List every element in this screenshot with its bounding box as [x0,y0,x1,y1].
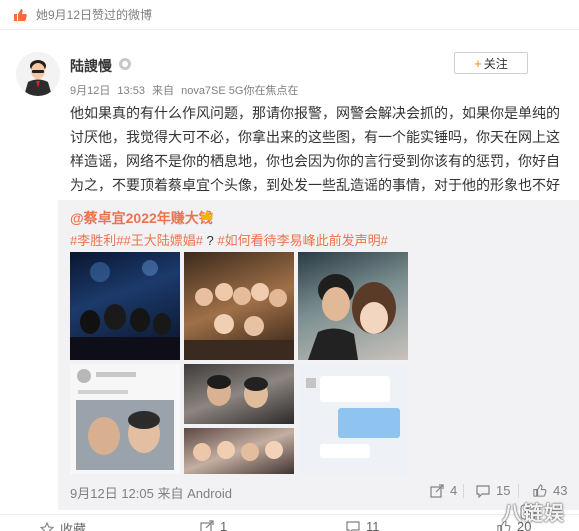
repost-date[interactable]: 9月12日 [70,486,118,501]
repost-photo-screenshot-selfie[interactable] [70,364,180,474]
repost-time[interactable]: 12:05 [121,486,154,501]
author-name[interactable]: 陆謏慢 [70,56,112,76]
comment-button[interactable]: 11 [346,519,380,531]
photo-couple-illustration [308,274,396,360]
share-count: 1 [220,519,228,531]
watermark-text: 八链娱 [502,503,565,525]
repost-photo-couple[interactable] [298,252,408,360]
crown-badge-icon [201,210,213,220]
photo-selfie-illustration [70,364,180,474]
liked-notice-text: 她9月12日赞过的微博 [36,8,153,22]
thumb-up-icon [533,484,547,497]
favorite-label: 收藏 [60,522,87,531]
vip-badge-icon [119,58,131,70]
post-content-line: 他如果真的有什么作风问题，那请你报警，网警会解决会抓的，如果你是单纯的 [70,105,560,121]
repost-source-prefix: 来自 [157,486,184,501]
repost-photo-chat-screenshot[interactable] [298,364,408,474]
share-button[interactable]: 1 [200,519,227,531]
follow-button[interactable]: + 关注 [454,52,528,74]
post-content: 他如果真的有什么作风问题，那请你报警，网警会解决会抓的，如果你是单纯的 讨厌他，… [70,101,566,197]
thumb-up-icon [14,8,27,21]
share-icon [200,519,214,531]
repost-photo-four-people[interactable] [184,428,294,474]
avatar-image [16,52,60,96]
repost-source: Android [187,486,232,501]
follow-label: 关注 [483,56,508,71]
repost-meta: 9月12日 12:05 来自 Android [70,483,232,502]
post-source-prefix: 来自 [152,85,175,97]
photo-four-people-illustration [193,441,283,461]
weibo-post-page: 她9月12日赞过的微博 陆謏慢 + 关注 9月12日 13:53 来自 nova… [0,0,579,531]
repost-share-action[interactable]: 4 [430,483,457,498]
repost-like-count: 43 [553,483,568,498]
repost-photo-group[interactable] [184,252,294,360]
avatar[interactable] [16,52,60,96]
photo-two-men-illustration [207,375,268,408]
repost-share-count: 4 [450,483,458,498]
repost-author[interactable]: @蔡卓宜2022年赚大钱 [70,208,213,228]
star-icon [40,521,54,531]
post-time[interactable]: 13:53 [117,85,145,97]
repost-box: @蔡卓宜2022年赚大钱 #李胜利##王大陆嫖娼# ? #如何看待李易峰此前发声… [58,200,579,510]
post-content-line: 为之，不要顶着蔡卓宜个头像，到处发一些乱造谣的事情，对于他的形象也不好 [70,177,560,193]
topic-tag[interactable]: #李胜利##王大陆嫖娼# [70,233,203,248]
topic-tags: #李胜利##王大陆嫖娼# ? #如何看待李易峰此前发声明# [70,230,388,249]
repost-like-action[interactable]: 43 [532,483,567,498]
photo-group-illustration [184,283,294,360]
comment-count: 11 [366,519,380,531]
plus-icon: + [474,55,482,71]
post-content-line: 样造谣，网络不是你的栖息地，你也会因为你的言行受到你该有的惩罚，你好自 [70,153,560,169]
topic-separator: ? [206,233,214,248]
comment-icon [476,484,490,498]
favorite-button[interactable]: 收藏 [40,519,86,531]
post-date[interactable]: 9月12日 [70,85,110,97]
photo-crowd-illustration [70,260,180,360]
repost-comment-count: 15 [496,483,511,498]
comment-icon [346,520,360,531]
divider [518,484,519,498]
liked-notice-bar: 她9月12日赞过的微博 [0,0,579,30]
repost-photo-club[interactable] [70,252,180,360]
photo-chat-illustration [298,364,408,474]
repost-photo-two-men[interactable] [184,364,294,424]
post-source: nova7SE 5G你在焦点在 [181,85,299,97]
topic-tag[interactable]: #如何看待李易峰此前发声明# [217,233,387,248]
share-icon [430,483,444,498]
repost-comment-action[interactable]: 15 [476,483,510,498]
divider [463,484,464,498]
post-meta: 9月12日 13:53 来自 nova7SE 5G你在焦点在 [70,82,302,98]
post-action-bar: 收藏 1 11 20 [0,514,579,531]
post-content-line: 讨厌他，我觉得大可不必，你拿出来的这些图，有一个能实锤吗，你天在网上这 [70,129,560,145]
